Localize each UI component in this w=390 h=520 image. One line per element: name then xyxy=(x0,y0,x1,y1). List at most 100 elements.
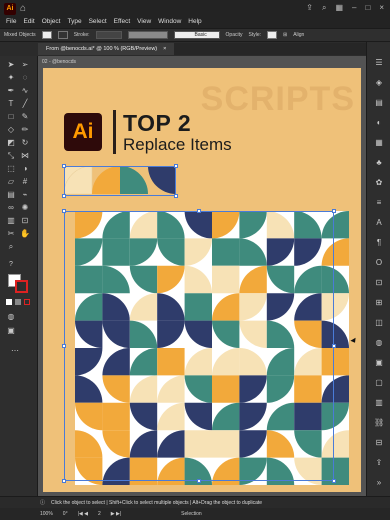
stroke-color-icon[interactable] xyxy=(15,280,28,293)
properties-panel-icon[interactable]: ☰ xyxy=(374,58,384,68)
layers-panel-icon[interactable]: ◈ xyxy=(374,78,384,88)
artboards-panel-icon[interactable]: ⊟ xyxy=(374,438,384,448)
graph-tool-icon[interactable]: ▥ xyxy=(6,216,16,226)
selection-handle[interactable] xyxy=(332,479,336,483)
menu-type[interactable]: Type xyxy=(67,18,81,25)
brush-field[interactable]: Basic xyxy=(173,31,220,39)
symbols-panel-icon[interactable]: ✿ xyxy=(374,178,384,188)
line-tool-icon[interactable]: ╱ xyxy=(20,99,30,109)
zoom-field[interactable]: 100% xyxy=(40,511,53,517)
minimize-icon[interactable]: – xyxy=(352,3,356,13)
selection-handle[interactable] xyxy=(62,164,66,168)
eraser-tool-icon[interactable]: ◩ xyxy=(6,138,16,148)
maximize-icon[interactable]: □ xyxy=(365,3,370,13)
transform-panel-icon[interactable]: ⊡ xyxy=(374,278,384,288)
artboard-nav-icon[interactable]: |◀ ◀ xyxy=(78,511,88,517)
stroke-swatch[interactable] xyxy=(57,31,68,39)
workspace-icon[interactable]: ▦ xyxy=(335,3,343,13)
color-mode-icon[interactable] xyxy=(6,299,12,305)
close-tab-icon[interactable]: × xyxy=(163,46,166,52)
align-label[interactable]: Align xyxy=(293,32,304,38)
menu-effect[interactable]: Effect xyxy=(114,18,131,25)
gradient-tool-icon[interactable]: ▤ xyxy=(6,190,16,200)
rotate-tool-icon[interactable]: ↻ xyxy=(20,138,30,148)
gradient-panel-icon[interactable]: ▥ xyxy=(374,398,384,408)
canvas-area[interactable]: 02 - @benocds SCRIPTS Ai TOP 2 Replace I… xyxy=(38,56,366,496)
paintbrush-tool-icon[interactable]: ✎ xyxy=(20,112,30,122)
zoom-tool-icon[interactable]: ⌕ xyxy=(6,242,16,252)
asset-export-panel-icon[interactable]: ⇪ xyxy=(374,458,384,468)
eyedropper-tool-icon[interactable]: ⌁ xyxy=(20,190,30,200)
opacity-label[interactable]: Opacity xyxy=(226,32,243,38)
share-icon[interactable]: ⇪ xyxy=(306,3,313,13)
selection-handle[interactable] xyxy=(62,344,66,348)
stroke-panel-icon[interactable]: ≡ xyxy=(374,198,384,208)
menu-object[interactable]: Object xyxy=(42,18,61,25)
expand-panels-icon[interactable]: » xyxy=(374,478,384,488)
type-tool-icon[interactable]: T xyxy=(6,99,16,109)
screen-mode-icon[interactable]: ▣ xyxy=(6,326,16,336)
search-icon[interactable]: ⌕ xyxy=(322,3,326,13)
menu-view[interactable]: View xyxy=(137,18,151,25)
variable-width-field[interactable] xyxy=(127,31,168,39)
menu-select[interactable]: Select xyxy=(89,18,107,25)
rotation-field[interactable]: 0° xyxy=(63,511,68,517)
selection-handle[interactable] xyxy=(197,479,201,483)
fill-swatch[interactable] xyxy=(41,31,52,39)
menu-file[interactable]: File xyxy=(6,18,16,25)
selection-tool-icon[interactable]: ➤ xyxy=(6,60,16,70)
artboard-next-icon[interactable]: ▶ ▶| xyxy=(111,511,121,517)
edit-toolbar-icon[interactable]: ⋯ xyxy=(10,346,20,356)
slice-tool-icon[interactable]: ✂ xyxy=(6,229,16,239)
hand-tool-icon[interactable]: ✋ xyxy=(20,229,30,239)
blend-tool-icon[interactable]: ∞ xyxy=(6,203,16,213)
opentype-panel-icon[interactable]: O xyxy=(374,258,384,268)
style-swatch[interactable] xyxy=(267,31,277,39)
appearance-panel-icon[interactable]: ▣ xyxy=(374,358,384,368)
width-tool-icon[interactable]: ⋈ xyxy=(20,151,30,161)
magic-wand-tool-icon[interactable]: ✦ xyxy=(6,73,16,83)
pencil-tool-icon[interactable]: ✏ xyxy=(20,125,30,135)
selection-handle[interactable] xyxy=(332,209,336,213)
stroke-weight-field[interactable] xyxy=(95,31,122,39)
shape-builder-tool-icon[interactable]: ◑ xyxy=(20,164,30,174)
transparency-panel-icon[interactable]: ◍ xyxy=(374,338,384,348)
pen-tool-icon[interactable]: ✒ xyxy=(6,86,16,96)
scale-tool-icon[interactable]: ⤡ xyxy=(6,151,16,161)
libraries-panel-icon[interactable]: ▤ xyxy=(374,98,384,108)
graphic-styles-panel-icon[interactable]: ▢ xyxy=(374,378,384,388)
home-icon[interactable]: ⌂ xyxy=(20,3,26,14)
symbol-sprayer-tool-icon[interactable]: ✺ xyxy=(20,203,30,213)
color-panel-icon[interactable]: ◐ xyxy=(374,118,384,128)
direct-selection-tool-icon[interactable]: ➢ xyxy=(20,60,30,70)
mesh-tool-icon[interactable]: # xyxy=(20,177,30,187)
menu-edit[interactable]: Edit xyxy=(23,18,34,25)
align-panel-icon[interactable]: ⊞ xyxy=(374,298,384,308)
selection-handle[interactable] xyxy=(332,344,336,348)
perspective-tool-icon[interactable]: ▱ xyxy=(6,177,16,187)
artboard[interactable]: SCRIPTS Ai TOP 2 Replace Items xyxy=(43,68,361,492)
brushes-panel-icon[interactable]: ♣ xyxy=(374,158,384,168)
menu-window[interactable]: Window xyxy=(158,18,181,25)
free-transform-tool-icon[interactable]: ⬚ xyxy=(6,164,16,174)
rectangle-tool-icon[interactable]: □ xyxy=(6,112,16,122)
lasso-tool-icon[interactable]: ◌ xyxy=(20,73,30,83)
character-panel-icon[interactable]: A xyxy=(374,218,384,228)
mode-label[interactable]: Selection xyxy=(181,511,202,517)
shaper-tool-icon[interactable]: ◇ xyxy=(6,125,16,135)
selection-handle[interactable] xyxy=(62,209,66,213)
align-icon[interactable]: ⊞ xyxy=(283,32,287,38)
paragraph-panel-icon[interactable]: ¶ xyxy=(374,238,384,248)
help-icon[interactable]: ? xyxy=(6,260,16,270)
links-panel-icon[interactable]: ⛓ xyxy=(374,418,384,428)
draw-mode-icon[interactable]: ◍ xyxy=(6,312,16,322)
close-icon[interactable]: × xyxy=(379,3,384,13)
pathfinder-panel-icon[interactable]: ◫ xyxy=(374,318,384,328)
artboard-tool-icon[interactable]: ⊡ xyxy=(20,216,30,226)
gradient-mode-icon[interactable] xyxy=(15,299,21,305)
curvature-tool-icon[interactable]: ∿ xyxy=(20,86,30,96)
document-tab[interactable]: From @benocds.ai* @ 100 % (RGB/Preview) … xyxy=(38,43,175,55)
selection-handle[interactable] xyxy=(62,194,66,198)
selection-handle[interactable] xyxy=(174,194,178,198)
menu-help[interactable]: Help xyxy=(188,18,201,25)
